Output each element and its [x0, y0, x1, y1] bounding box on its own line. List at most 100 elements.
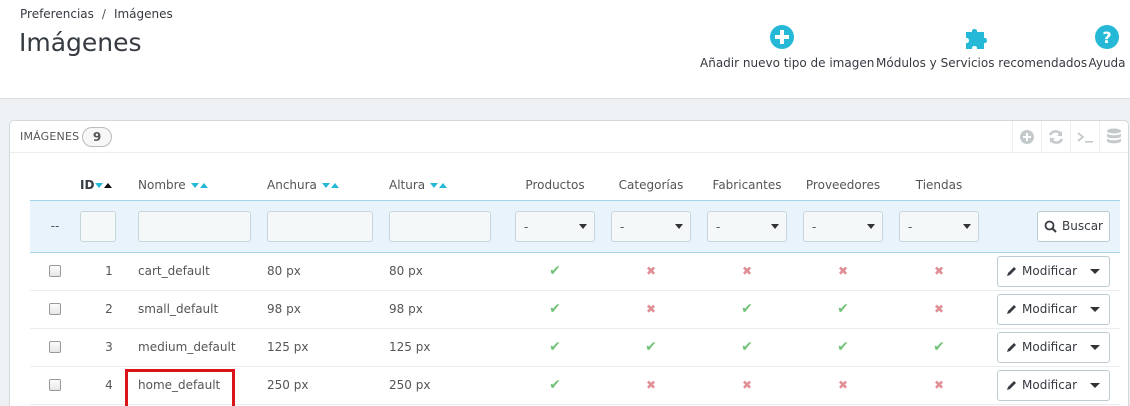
row-suppliers-status[interactable]: ✖ [795, 366, 891, 405]
edit-dropdown-toggle[interactable] [1081, 344, 1109, 350]
check-icon[interactable]: ✔ [933, 339, 945, 355]
chevron-down-icon [675, 223, 683, 229]
check-icon[interactable]: ✔ [549, 263, 561, 279]
sort-desc-icon[interactable] [95, 183, 104, 189]
sql-query-tool-button[interactable] [1070, 121, 1099, 153]
cross-icon[interactable]: ✖ [838, 378, 848, 392]
edit-button-main[interactable]: Modificar [998, 340, 1081, 354]
suppliers-filter-select[interactable]: - [803, 210, 883, 242]
pencil-icon [1007, 381, 1016, 390]
refresh-tool-button[interactable] [1041, 121, 1070, 153]
manufacturers-filter-select[interactable]: - [707, 210, 787, 242]
header-stores: Tiendas [915, 178, 963, 193]
id-filter-input[interactable] [80, 210, 116, 242]
edit-button[interactable]: Modificar [997, 255, 1110, 287]
header-bulk [30, 171, 80, 200]
pencil-icon [1007, 343, 1016, 352]
caret-down-icon [1090, 306, 1100, 312]
row-manufacturers-status[interactable]: ✖ [699, 252, 795, 291]
database-icon [1107, 128, 1121, 144]
stores-filter-select[interactable]: - [899, 210, 979, 242]
edit-button-main[interactable]: Modificar [998, 378, 1081, 392]
products-filter-select[interactable]: - [515, 210, 595, 242]
cross-icon[interactable]: ✖ [646, 264, 656, 278]
categories-filter-select[interactable]: - [611, 210, 691, 242]
check-icon[interactable]: ✔ [741, 339, 753, 355]
plus-circle-icon [770, 25, 794, 49]
recommended-modules-button[interactable]: Módulos y Servicios recomendados [876, 24, 1087, 70]
edit-dropdown-toggle[interactable] [1081, 306, 1109, 312]
cross-icon[interactable]: ✖ [742, 264, 752, 278]
table-row[interactable]: 2 small_default 98 px 98 px ✔ ✖ ✔ ✔ ✖ Modificar [30, 290, 1120, 329]
row-products-status[interactable]: ✔ [507, 366, 603, 405]
edit-dropdown-toggle[interactable] [1081, 382, 1109, 388]
sort-asc-icon[interactable] [330, 183, 339, 189]
table-row[interactable]: 4 home_default 250 px 250 px ✔ ✖ ✖ ✖ ✖ Modificar [30, 366, 1120, 405]
sort-asc-icon[interactable] [438, 183, 447, 189]
row-stores-status[interactable]: ✖ [891, 252, 987, 291]
sort-desc-icon[interactable] [429, 183, 438, 189]
check-icon[interactable]: ✔ [837, 301, 849, 317]
row-suppliers-status[interactable]: ✔ [795, 290, 891, 329]
add-new-tool-button[interactable] [1012, 121, 1041, 153]
check-icon[interactable]: ✔ [549, 377, 561, 393]
row-suppliers-status[interactable]: ✖ [795, 252, 891, 291]
check-icon[interactable]: ✔ [549, 339, 561, 355]
header-manufacturers: Fabricantes [712, 178, 782, 193]
edit-dropdown-toggle[interactable] [1081, 268, 1109, 274]
sort-desc-icon[interactable] [321, 183, 330, 189]
cross-icon[interactable]: ✖ [934, 302, 944, 316]
row-checkbox[interactable] [49, 341, 61, 353]
row-categories-status[interactable]: ✖ [603, 290, 699, 329]
cross-icon[interactable]: ✖ [934, 378, 944, 392]
row-suppliers-status[interactable]: ✔ [795, 328, 891, 367]
row-categories-status[interactable]: ✖ [603, 366, 699, 405]
export-tool-button[interactable] [1099, 121, 1128, 153]
add-image-type-button[interactable]: Añadir nuevo tipo de imagen [700, 24, 874, 70]
row-manufacturers-status[interactable]: ✔ [699, 290, 795, 329]
width-filter-input[interactable] [267, 210, 373, 242]
row-categories-status[interactable]: ✖ [603, 252, 699, 291]
search-button[interactable]: Buscar [1037, 210, 1110, 242]
search-button-label: Buscar [1062, 219, 1103, 233]
sort-asc-icon[interactable] [104, 183, 113, 189]
breadcrumb-current: Imágenes [113, 7, 173, 21]
edit-button[interactable]: Modificar [997, 369, 1110, 401]
cross-icon[interactable]: ✖ [646, 302, 656, 316]
edit-button[interactable]: Modificar [997, 331, 1110, 363]
check-icon[interactable]: ✔ [837, 339, 849, 355]
header-name: Nombre [138, 171, 267, 200]
cross-icon[interactable]: ✖ [838, 264, 848, 278]
pencil-icon [1007, 267, 1016, 276]
check-icon[interactable]: ✔ [741, 301, 753, 317]
cross-icon[interactable]: ✖ [934, 264, 944, 278]
height-filter-input[interactable] [389, 210, 491, 242]
row-stores-status[interactable]: ✖ [891, 290, 987, 329]
table-row[interactable]: 3 medium_default 125 px 125 px ✔ ✔ ✔ ✔ ✔ Modifica… [30, 328, 1120, 367]
row-checkbox[interactable] [49, 265, 61, 277]
check-icon[interactable]: ✔ [645, 339, 657, 355]
row-products-status[interactable]: ✔ [507, 328, 603, 367]
name-filter-input[interactable] [138, 210, 251, 242]
table-row[interactable]: 1 cart_default 80 px 80 px ✔ ✖ ✖ ✖ ✖ Modificar [30, 252, 1120, 291]
sort-desc-icon[interactable] [190, 183, 199, 189]
row-products-status[interactable]: ✔ [507, 290, 603, 329]
check-icon[interactable]: ✔ [549, 301, 561, 317]
row-checkbox[interactable] [49, 379, 61, 391]
cross-icon[interactable]: ✖ [646, 378, 656, 392]
sort-asc-icon[interactable] [199, 183, 208, 189]
row-manufacturers-status[interactable]: ✖ [699, 366, 795, 405]
row-checkbox[interactable] [49, 303, 61, 315]
row-manufacturers-status[interactable]: ✔ [699, 328, 795, 367]
row-stores-status[interactable]: ✖ [891, 366, 987, 405]
edit-button-main[interactable]: Modificar [998, 264, 1081, 278]
help-button[interactable]: ? Ayuda [1086, 24, 1128, 70]
row-products-status[interactable]: ✔ [507, 252, 603, 291]
row-stores-status[interactable]: ✔ [891, 328, 987, 367]
cross-icon[interactable]: ✖ [742, 378, 752, 392]
row-categories-status[interactable]: ✔ [603, 328, 699, 367]
breadcrumb-parent[interactable]: Preferencias [20, 7, 94, 21]
edit-button[interactable]: Modificar [997, 293, 1110, 325]
edit-button-main[interactable]: Modificar [998, 302, 1081, 316]
images-panel: IMÁGENES 9 ID Nombre Anchura Altura Prod… [9, 120, 1129, 406]
